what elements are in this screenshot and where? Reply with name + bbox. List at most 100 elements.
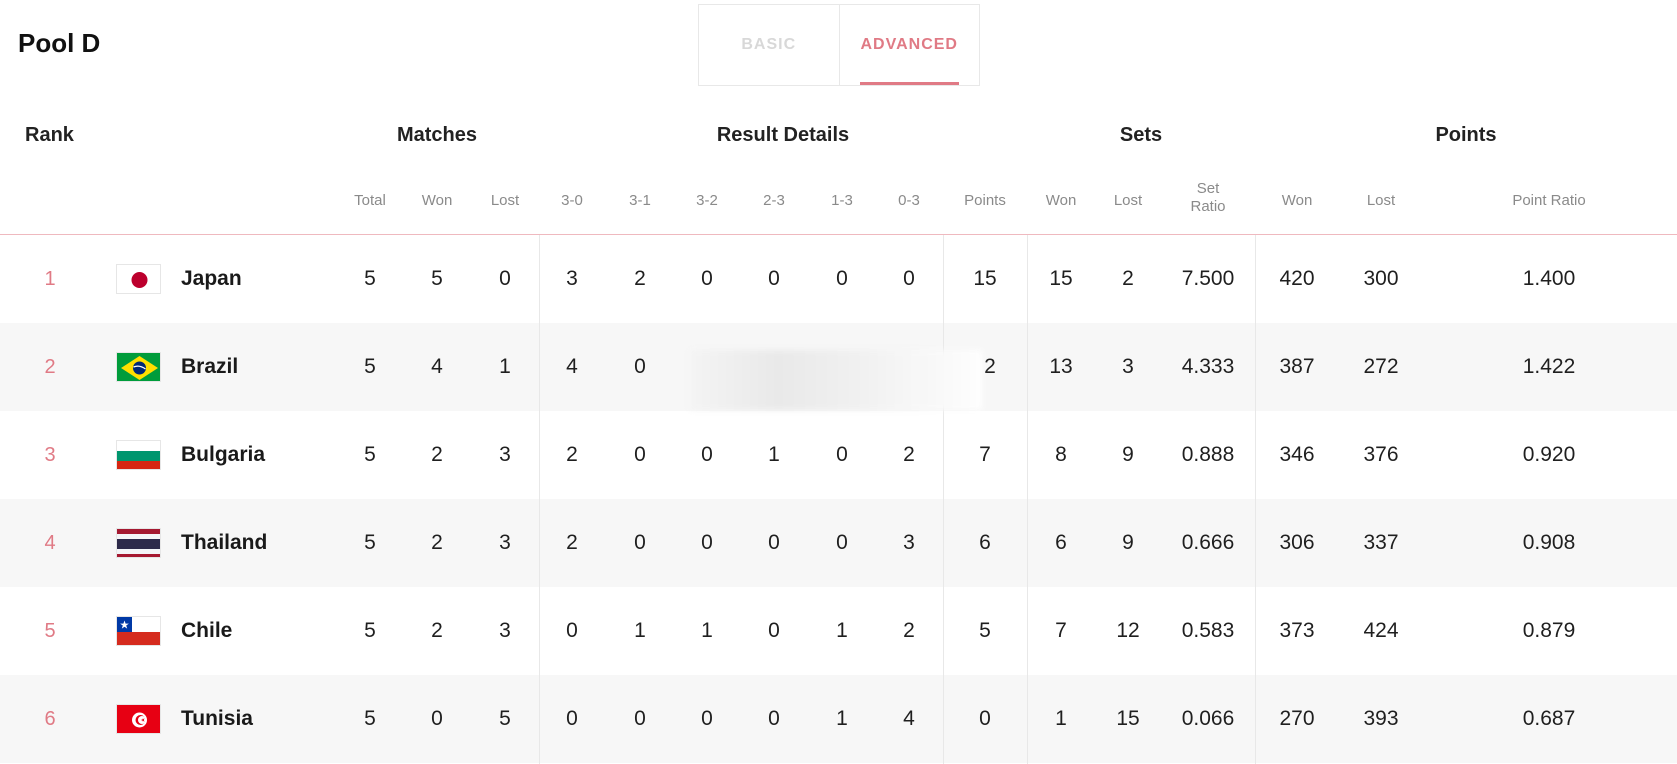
set-ratio-cell: 7.500 (1181, 267, 1235, 290)
points-lost-cell: 337 (1363, 531, 1399, 554)
team-name[interactable]: Bulgaria (181, 411, 265, 499)
bulgaria-flag-icon (116, 440, 161, 470)
lost-cell: 5 (499, 707, 511, 730)
col-3-1[interactable]: 3-1 (629, 192, 651, 210)
rank-cell: 2 (44, 356, 56, 378)
lost-cell: 3 (499, 443, 511, 466)
team-name[interactable]: Brazil (181, 323, 238, 411)
team-name[interactable]: Thailand (181, 499, 267, 587)
col-set-ratio-line2: Ratio (1190, 198, 1226, 215)
rank-cell: 3 (44, 444, 56, 466)
set-ratio-cell: 0.888 (1181, 443, 1235, 466)
col-set-ratio-line1: Set (1196, 180, 1220, 197)
r31-cell: 0 (634, 707, 646, 730)
team-name[interactable]: Tunisia (181, 675, 253, 763)
won-cell: 2 (431, 531, 443, 554)
r30-cell: 4 (566, 355, 578, 378)
col-1-3[interactable]: 1-3 (831, 192, 853, 210)
tab-basic[interactable]: BASIC (699, 5, 839, 85)
team-name[interactable]: Chile (181, 587, 232, 675)
col-points-won[interactable]: Won (1282, 192, 1313, 210)
col-matches-lost[interactable]: Lost (491, 192, 519, 210)
col-3-2[interactable]: 3-2 (696, 192, 718, 210)
column-separator (943, 235, 944, 764)
col-3-0[interactable]: 3-0 (561, 192, 583, 210)
r30-cell: 0 (566, 707, 578, 730)
col-0-3[interactable]: 0-3 (898, 192, 920, 210)
set-ratio-cell: 0.666 (1181, 531, 1235, 554)
tab-advanced[interactable]: ADVANCED (838, 5, 980, 85)
won-cell: 0 (431, 707, 443, 730)
points-won-cell: 306 (1279, 531, 1315, 554)
point-ratio-cell: 0.908 (1522, 531, 1576, 554)
won-cell: 5 (431, 267, 443, 290)
points-cell: 6 (979, 531, 991, 554)
points-cell: 2 (984, 355, 996, 378)
r13-cell: 1 (836, 619, 848, 642)
r32-cell: 0 (701, 707, 713, 730)
r31-cell: 1 (634, 619, 646, 642)
rank-cell: 6 (44, 708, 56, 730)
set-ratio-cell: 4.333 (1181, 355, 1235, 378)
col-points[interactable]: Points (964, 192, 1006, 210)
r32-cell: 0 (701, 267, 713, 290)
r31-cell: 0 (634, 355, 646, 378)
sets-lost-cell: 2 (1122, 267, 1134, 290)
col-sets-lost[interactable]: Lost (1114, 192, 1142, 210)
points-won-cell: 373 (1279, 619, 1315, 642)
r13-cell: 1 (836, 707, 848, 730)
r03-cell: 2 (903, 619, 915, 642)
points-won-cell: 346 (1279, 443, 1315, 466)
table-row[interactable]: 5 Chile 5 2 3 0 1 1 0 1 2 5 7 12 0.583 3… (0, 587, 1677, 675)
team-name[interactable]: Japan (181, 235, 242, 323)
r30-cell: 2 (566, 443, 578, 466)
col-sets-won[interactable]: Won (1046, 192, 1077, 210)
table-row[interactable]: 4 Thailand 5 2 3 2 0 0 0 0 3 6 6 9 0.666… (0, 499, 1677, 587)
col-2-3[interactable]: 2-3 (763, 192, 785, 210)
point-ratio-cell: 0.687 (1522, 707, 1576, 730)
r31-cell: 0 (634, 443, 646, 466)
r23-cell: 0 (768, 267, 780, 290)
r23-cell: 0 (768, 619, 780, 642)
total-cell: 5 (364, 267, 376, 290)
lost-cell: 0 (499, 267, 511, 290)
won-cell: 4 (431, 355, 443, 378)
pool-title: Pool D (18, 28, 101, 58)
r32-cell: 1 (701, 619, 713, 642)
points-lost-cell: 393 (1363, 707, 1399, 730)
japan-flag-icon (116, 264, 161, 294)
result-details-header: Result Details (716, 124, 850, 146)
col-set-ratio[interactable]: Set Ratio (1190, 180, 1225, 216)
rank-cell: 4 (44, 532, 56, 554)
r13-cell: 0 (836, 267, 848, 290)
rank-header: Rank (25, 124, 74, 146)
set-ratio-cell: 0.583 (1181, 619, 1235, 642)
col-point-ratio[interactable]: Point Ratio (1512, 192, 1585, 210)
r31-cell: 2 (634, 267, 646, 290)
lost-cell: 1 (499, 355, 511, 378)
r30-cell: 0 (566, 619, 578, 642)
column-header-row: Total Won Lost 3-0 3-1 3-2 2-3 1-3 0-3 P… (0, 180, 1677, 226)
points-lost-cell: 424 (1363, 619, 1399, 642)
point-ratio-cell: 0.879 (1522, 619, 1576, 642)
sets-lost-cell: 9 (1122, 443, 1134, 466)
point-ratio-cell: 1.400 (1522, 267, 1576, 290)
col-matches-won[interactable]: Won (422, 192, 453, 210)
rank-cell: 5 (44, 620, 56, 642)
sets-won-cell: 8 (1055, 443, 1067, 466)
points-won-cell: 387 (1279, 355, 1315, 378)
table-row[interactable]: 3 Bulgaria 5 2 3 2 0 0 1 0 2 7 8 9 0.888… (0, 411, 1677, 499)
col-points-lost[interactable]: Lost (1367, 192, 1395, 210)
points-lost-cell: 272 (1363, 355, 1399, 378)
won-cell: 2 (431, 619, 443, 642)
table-row[interactable]: 1 Japan 5 5 0 3 2 0 0 0 0 15 15 2 7.500 … (0, 235, 1677, 323)
r30-cell: 3 (566, 267, 578, 290)
points-lost-cell: 376 (1363, 443, 1399, 466)
points-lost-cell: 300 (1363, 267, 1399, 290)
sets-header: Sets (1119, 124, 1163, 146)
sets-lost-cell: 9 (1122, 531, 1134, 554)
col-total[interactable]: Total (354, 192, 386, 210)
total-cell: 5 (364, 707, 376, 730)
column-separator (1027, 235, 1028, 764)
table-row[interactable]: 6 Tunisia 5 0 5 0 0 0 0 1 4 0 1 15 0.066… (0, 675, 1677, 763)
